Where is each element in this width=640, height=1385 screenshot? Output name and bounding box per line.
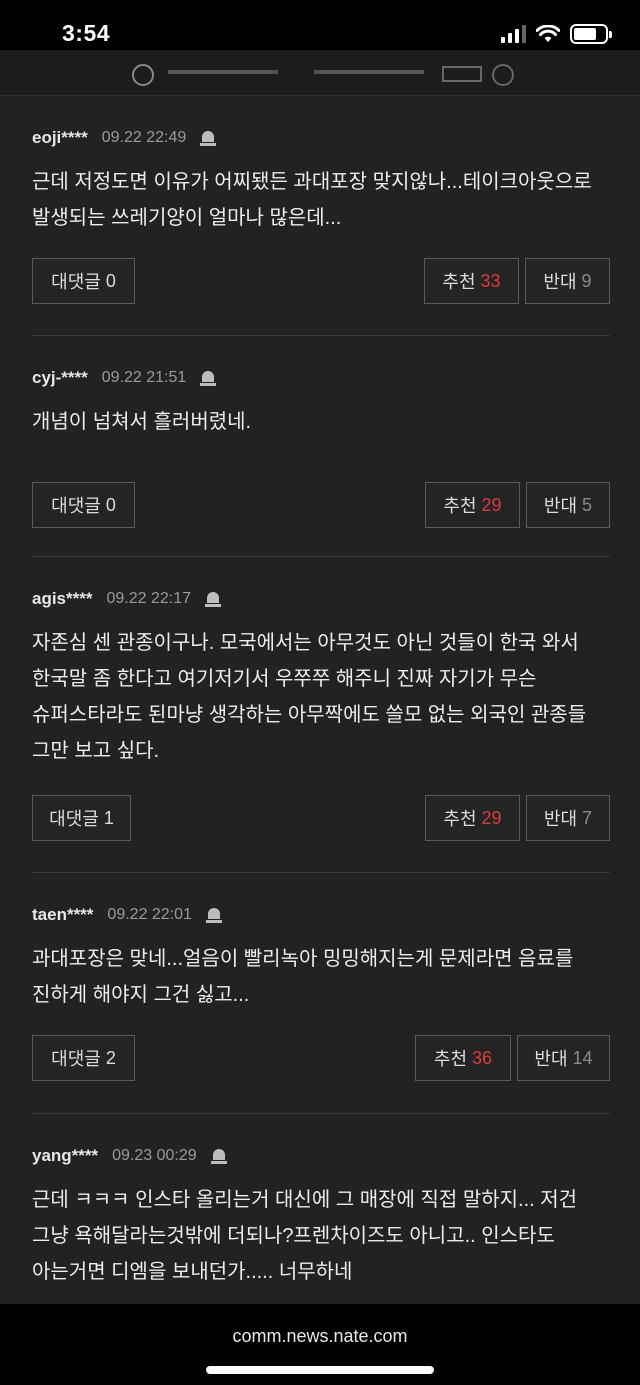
reply-button[interactable]: 대댓글 2: [32, 1035, 135, 1081]
like-button[interactable]: 추천 33: [424, 258, 519, 304]
comment-item: agis**** 09.22 22:17 자존심 센 관종이구나. 모국에서는 …: [32, 557, 610, 873]
report-icon[interactable]: [205, 907, 222, 924]
status-icons: [501, 24, 612, 44]
clipped-circle-icon: [132, 64, 154, 86]
cellular-signal-icon: [501, 25, 526, 43]
comment-author: eoji****: [32, 128, 88, 147]
status-time: 3:54: [62, 20, 111, 46]
comment-author: cyj-****: [32, 368, 88, 387]
comment-author: yang****: [32, 1146, 99, 1165]
dislike-button[interactable]: 반대 7: [526, 795, 610, 841]
wifi-icon: [536, 25, 560, 42]
like-button[interactable]: 추천 36: [415, 1035, 511, 1081]
reply-button[interactable]: 대댓글 0: [32, 482, 135, 528]
dislike-button[interactable]: 반대 9: [525, 258, 610, 304]
report-icon[interactable]: [210, 1148, 227, 1165]
reply-button[interactable]: 대댓글 0: [32, 258, 135, 304]
comment-text: 과대포장은 맞네...얼음이 빨리녹아 밍밍해지는게 문제라면 음료를 진하게 …: [32, 948, 574, 1006]
article-toolbar: [0, 50, 640, 96]
reply-button[interactable]: 대댓글 1: [32, 795, 131, 841]
comment-list: eoji**** 09.22 22:49 근데 저정도면 이유가 어찌됐든 과대…: [32, 96, 610, 1306]
like-button[interactable]: 추천 29: [425, 482, 520, 528]
comment-date: 09.22 22:17: [106, 590, 192, 607]
home-indicator[interactable]: [206, 1366, 434, 1374]
comment-item: taen**** 09.22 22:01 과대포장은 맞네...얼음이 빨리녹아…: [32, 873, 610, 1114]
comment-date: 09.22 21:51: [101, 369, 187, 386]
url-label[interactable]: comm.news.nate.com: [0, 1326, 640, 1347]
browser-bottom-bar: comm.news.nate.com: [0, 1304, 640, 1385]
comment-text: 근데 ㅋㅋㅋ 인스타 올리는거 대신에 그 매장에 직접 말하지... 저건 그…: [32, 1189, 578, 1283]
like-button[interactable]: 추천 29: [425, 795, 520, 841]
report-icon[interactable]: [200, 370, 217, 387]
dislike-button[interactable]: 반대 5: [526, 482, 610, 528]
report-icon[interactable]: [205, 591, 222, 608]
clipped-info-icon: [492, 64, 514, 86]
comment-item: eoji**** 09.22 22:49 근데 저정도면 이유가 어찌됐든 과대…: [32, 96, 610, 336]
comment-text: 자존심 센 관종이구나. 모국에서는 아무것도 아닌 것들이 한국 와서 한국말…: [32, 632, 587, 762]
comment-item: cyj-**** 09.22 21:51 개념이 넘쳐서 흘러버렸네. 대댓글 0…: [32, 336, 610, 557]
comment-date: 09.23 00:29: [112, 1147, 197, 1164]
comment-date: 09.22 22:01: [107, 906, 192, 923]
dislike-button[interactable]: 반대 14: [517, 1035, 610, 1081]
comment-text: 개념이 넘쳐서 흘러버렸네.: [32, 411, 252, 433]
comment-item: yang**** 09.23 00:29 근데 ㅋㅋㅋ 인스타 올리는거 대신에…: [32, 1114, 610, 1306]
report-icon[interactable]: [200, 130, 217, 147]
clipped-badge: [442, 66, 482, 82]
comment-author: agis****: [32, 589, 93, 608]
battery-icon: [570, 24, 612, 44]
comment-author: taen****: [32, 905, 94, 924]
comment-text: 근데 저정도면 이유가 어찌됐든 과대포장 맞지않나...테이크아웃으로 발생되…: [32, 171, 592, 229]
comment-date: 09.22 22:49: [101, 129, 187, 146]
